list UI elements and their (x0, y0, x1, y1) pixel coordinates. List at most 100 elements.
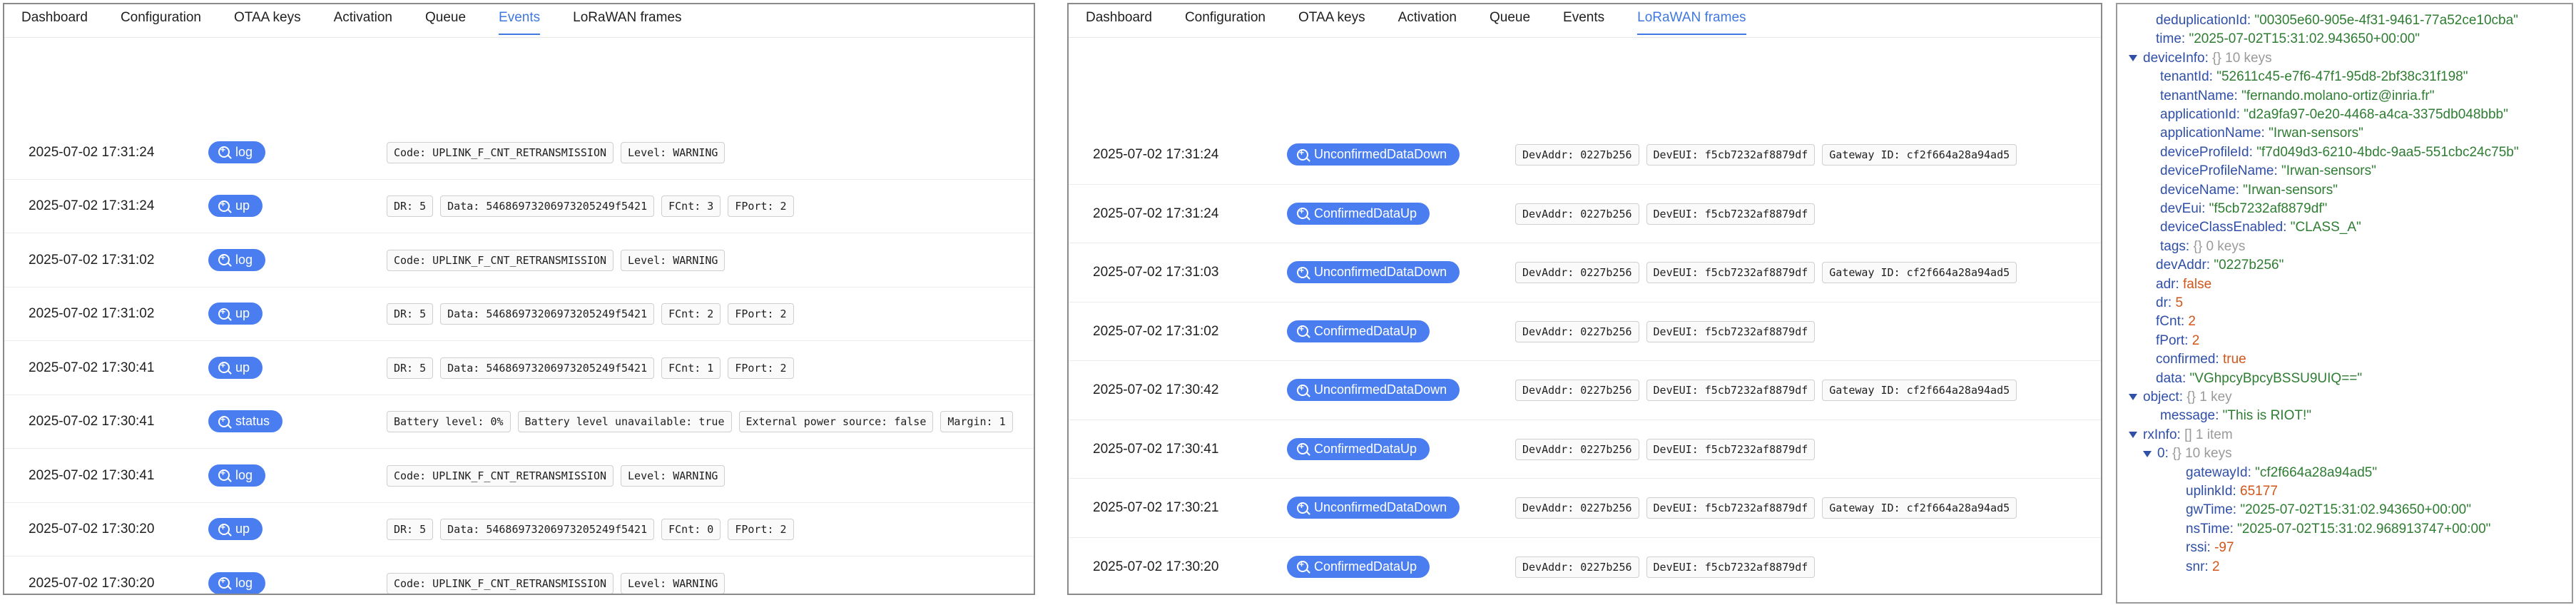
row-details: Code: UPLINK_F_CNT_RETRANSMISSION Level: … (387, 141, 726, 163)
event-type-button[interactable]: log (208, 464, 266, 487)
events-list: 2025-07-02 17:31:24 log Code: UPLINK_F_CNT… (4, 126, 1034, 594)
detail-chip: DR: 5 (387, 195, 434, 218)
json-value: {} 10 keys (2172, 446, 2232, 462)
collapse-caret-icon[interactable] (2129, 432, 2137, 439)
event-type-button[interactable]: UnconfirmedDataDown (1287, 379, 1460, 402)
row-details: DevAddr: 0227b256 DevEUI: f5cb7232af8879d… (1515, 144, 2017, 166)
zoom-in-icon (218, 253, 230, 266)
table-row: 2025-07-02 17:30:20 log Code: UPLINK_F_CNT… (4, 556, 1034, 594)
row-details: DR: 5 Data: 54686973206973205249f5421 FCnt… (387, 357, 794, 379)
json-line[interactable]: 0: {} 10 keys (2143, 444, 2232, 462)
json-key: fPort: (2156, 332, 2192, 348)
tab-events[interactable]: Events (499, 4, 541, 35)
tab-activation[interactable]: Activation (1398, 4, 1457, 34)
row-timestamp: 2025-07-02 17:31:24 (29, 144, 155, 160)
json-value: "Irwan-sensors" (2269, 126, 2363, 141)
json-key: gatewayId: (2186, 464, 2256, 480)
zoom-in-icon (218, 468, 230, 482)
event-type-button[interactable]: ConfirmedDataUp (1287, 202, 1430, 225)
row-timestamp: 2025-07-02 17:30:41 (29, 360, 155, 375)
json-line: gwTime: "2025-07-02T15:31:02.943650+00:0… (2186, 501, 2471, 519)
detail-chip: DevEUI: f5cb7232af8879df (1646, 203, 1816, 225)
event-type-button[interactable]: UnconfirmedDataDown (1287, 261, 1460, 284)
row-timestamp: 2025-07-02 17:31:02 (29, 306, 155, 322)
event-type-button[interactable]: log (208, 571, 266, 594)
event-type-button[interactable]: status (208, 410, 283, 433)
tab-configuration[interactable]: Configuration (1185, 4, 1266, 34)
json-line[interactable]: object: {} 1 key (2129, 388, 2232, 406)
detail-chip: Gateway ID: cf2f664a28a94ad5 (1822, 144, 2017, 166)
tab-events[interactable]: Events (1563, 4, 1604, 34)
json-line[interactable]: deviceInfo: {} 10 keys (2129, 49, 2272, 67)
json-line[interactable]: rxInfo: [] 1 item (2129, 426, 2233, 444)
detail-chip: Data: 54686973206973205249f5421 (440, 519, 655, 541)
row-timestamp: 2025-07-02 17:30:20 (29, 522, 155, 537)
event-type-button[interactable]: UnconfirmedDataDown (1287, 497, 1460, 519)
lorawan-frames-panel: Dashboard Configuration OTAA keys Activatio… (1067, 3, 2102, 595)
json-value: {} 10 keys (2212, 50, 2272, 66)
event-type-button[interactable]: up (208, 356, 263, 379)
json-key: rxInfo: (2143, 427, 2185, 442)
event-type-label: ConfirmedDataUp (1314, 441, 1417, 456)
json-key: deviceClassEnabled: (2160, 220, 2291, 235)
detail-chip: FPort: 2 (728, 357, 794, 379)
json-value: "d2a9fa97-0e20-4468-a4ca-3375db048bbb" (2244, 107, 2508, 122)
row-timestamp: 2025-07-02 17:30:20 (1093, 559, 1219, 574)
json-value: false (2183, 276, 2212, 292)
event-type-button[interactable]: log (208, 141, 266, 163)
json-value: {} 1 key (2186, 390, 2232, 405)
detail-chip: Data: 54686973206973205249f5421 (440, 303, 655, 325)
event-type-button[interactable]: ConfirmedDataUp (1287, 320, 1430, 342)
detail-chip: DevAddr: 0227b256 (1515, 497, 1639, 519)
json-line: data: "VGhpcyBpcyBSSU9UIQ==" (2156, 370, 2362, 387)
zoom-in-icon (218, 360, 230, 374)
json-line: deduplicationId: "00305e60-905e-4f31-946… (2156, 11, 2518, 29)
json-key: deviceInfo: (2143, 50, 2213, 66)
json-value: "2025-07-02T15:31:02.943650+00:00" (2189, 31, 2420, 47)
event-type-button[interactable]: log (208, 248, 266, 271)
event-type-button[interactable]: UnconfirmedDataDown (1287, 143, 1460, 166)
tab-otaa-keys[interactable]: OTAA keys (234, 4, 301, 34)
zoom-in-icon (218, 522, 230, 535)
json-line: message: "This is RIOT!" (2160, 407, 2311, 425)
event-type-label: ConfirmedDataUp (1314, 205, 1417, 220)
collapse-caret-icon[interactable] (2129, 55, 2137, 62)
frames-list: 2025-07-02 17:31:24 UnconfirmedDataDown De… (1069, 126, 2101, 594)
detail-chip: FCnt: 2 (661, 303, 721, 325)
event-type-label: UnconfirmedDataDown (1314, 265, 1447, 280)
event-type-button[interactable]: up (208, 518, 263, 541)
json-value: -97 (2214, 540, 2234, 556)
tab-activation[interactable]: Activation (334, 4, 392, 34)
tab-queue[interactable]: Queue (1490, 4, 1530, 34)
tab-dashboard[interactable]: Dashboard (21, 4, 88, 34)
tab-queue[interactable]: Queue (425, 4, 466, 34)
zoom-in-icon (218, 415, 230, 427)
event-type-button[interactable]: ConfirmedDataUp (1287, 555, 1430, 578)
zoom-in-icon (218, 576, 230, 589)
row-timestamp: 2025-07-02 17:31:02 (29, 252, 155, 268)
json-key: applicationId: (2160, 107, 2244, 122)
detail-chip: Level: WARNING (621, 572, 726, 594)
tab-otaa-keys[interactable]: OTAA keys (1298, 4, 1365, 34)
event-type-button[interactable]: up (208, 303, 263, 325)
json-key: data: (2156, 370, 2190, 386)
json-key: rssi: (2186, 540, 2215, 556)
json-line: gatewayId: "cf2f664a28a94ad5" (2186, 464, 2377, 482)
detail-chip: DR: 5 (387, 303, 434, 325)
collapse-caret-icon[interactable] (2129, 394, 2137, 401)
tab-lorawan-frames[interactable]: LoRaWAN frames (573, 4, 681, 34)
detail-chip: DevEUI: f5cb7232af8879df (1646, 144, 1816, 166)
detail-chip: Margin: 1 (940, 411, 1013, 433)
event-type-label: up (235, 522, 250, 537)
collapse-caret-icon[interactable] (2143, 450, 2152, 457)
json-value: "f5cb7232af8879df" (2209, 201, 2328, 216)
tab-configuration[interactable]: Configuration (121, 4, 201, 34)
tab-dashboard[interactable]: Dashboard (1086, 4, 1152, 34)
row-details: DR: 5 Data: 54686973206973205249f5421 FCnt… (387, 303, 794, 325)
zoom-in-icon (1297, 442, 1308, 455)
detail-chip: DevEUI: f5cb7232af8879df (1646, 438, 1816, 460)
event-type-button[interactable]: up (208, 195, 263, 218)
event-type-button[interactable]: ConfirmedDataUp (1287, 437, 1430, 460)
json-key: devAddr: (2156, 258, 2214, 273)
tab-lorawan-frames[interactable]: LoRaWAN frames (1637, 4, 1746, 35)
